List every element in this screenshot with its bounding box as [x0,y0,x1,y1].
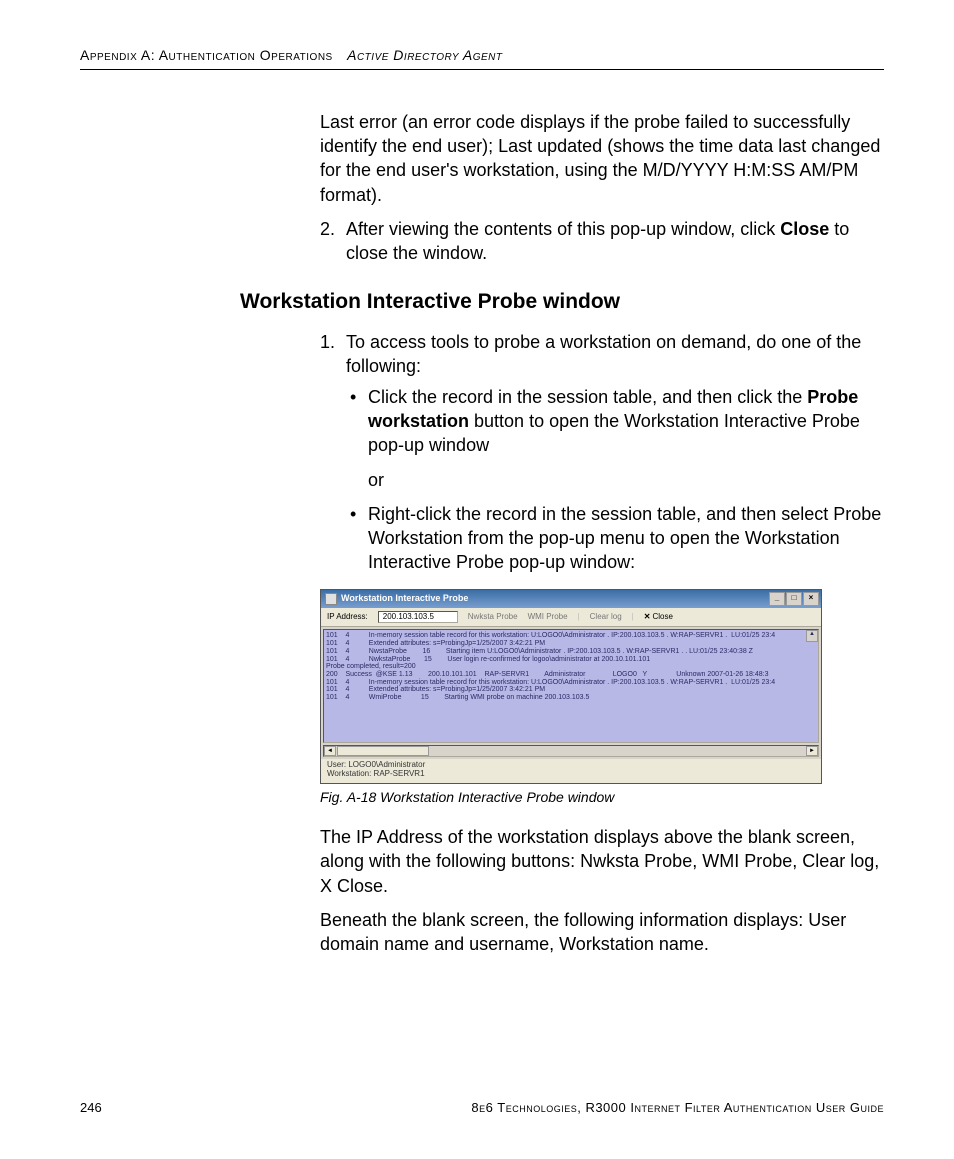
step-1: 1. To access tools to probe a workstatio… [320,330,884,575]
step-2-text-prefix: After viewing the contents of this pop-u… [346,219,780,239]
figure-caption: Fig. A-18 Workstation Interactive Probe … [320,788,884,807]
step-number: 2. [320,217,335,241]
close-window-button[interactable]: × [803,592,819,606]
footer-guide: 8e6 Technologies, R3000 Internet Filter … [471,1099,884,1117]
wmi-probe-button[interactable]: WMI Probe [528,613,568,622]
toolbar-separator: | [578,613,580,622]
minimize-button[interactable]: _ [769,592,785,606]
log-line: 101 4 NwkstaProbe 15 User login re-confi… [326,656,650,663]
close-icon: ✕ [644,612,651,621]
status-area: User: LOGO0\Administrator Workstation: R… [321,759,821,783]
horizontal-scrollbar[interactable]: ◄ ► [323,745,819,757]
ip-address-label: IP Address: [327,613,368,622]
step-number: 1. [320,330,335,354]
maximize-button[interactable]: □ [786,592,802,606]
nwksta-probe-button[interactable]: Nwksta Probe [468,613,518,622]
paragraph-ip-address: The IP Address of the workstation displa… [320,825,884,898]
page-footer: 246 8e6 Technologies, R3000 Internet Fil… [80,1099,884,1117]
step-1-text: To access tools to probe a workstation o… [346,332,861,376]
log-line: 101 4 Extended attributes: s=ProbingJp=1… [326,686,545,693]
close-button[interactable]: ✕Close [644,613,673,622]
app-icon [325,593,337,605]
log-line: 101 4 Extended attributes: s=ProbingJp=1… [326,640,545,647]
figure-a18: Workstation Interactive Probe _ □ × IP A… [320,589,884,807]
paragraph-last-error: Last error (an error code displays if th… [320,110,884,207]
log-line: 200 Success @KSE 1.13 200.10.101.101 RAP… [326,671,769,678]
probe-window: Workstation Interactive Probe _ □ × IP A… [320,589,822,784]
section-heading: Workstation Interactive Probe window [240,288,884,316]
scroll-right-button[interactable]: ► [806,746,818,756]
or-separator: or [368,468,884,492]
status-workstation: Workstation: RAP-SERVR1 [327,770,815,779]
close-label: Close [652,612,672,621]
header-right: Active Directory Agent [347,47,502,63]
clear-log-button[interactable]: Clear log [590,613,622,622]
probe-toolbar: IP Address: 200.103.103.5 Nwksta Probe W… [321,608,821,628]
log-line: 101 4 WmiProbe 15 Starting WMI probe on … [326,694,589,701]
scroll-up-button[interactable]: ▲ [806,630,818,642]
window-title: Workstation Interactive Probe [341,594,468,604]
header-left: Appendix A: Authentication Operations [80,47,333,63]
step-2: 2. After viewing the contents of this po… [320,217,884,266]
toolbar-separator: | [632,613,634,622]
scrollbar-thumb[interactable] [337,746,429,756]
page-number: 246 [80,1099,102,1117]
bullet1-prefix: Click the record in the session table, a… [368,387,807,407]
window-titlebar[interactable]: Workstation Interactive Probe _ □ × [321,590,821,608]
log-output[interactable]: ▲ 101 4 In-memory session table record fo… [323,629,819,743]
bullet-click-record: Click the record in the session table, a… [346,385,884,492]
bullet-right-click: Right-click the record in the session ta… [346,502,884,575]
log-line: 101 4 NwstaProbe 16 Starting item U:LOGO… [326,648,753,655]
log-line: Probe completed, result=200 [326,663,416,670]
page-header: Appendix A: Authentication Operations Ac… [80,46,884,70]
ip-address-input[interactable]: 200.103.103.5 [378,611,458,624]
log-line: 101 4 In-memory session table record for… [326,679,775,686]
log-line: 101 4 In-memory session table record for… [326,632,775,639]
close-label-bold: Close [780,219,829,239]
paragraph-beneath-screen: Beneath the blank screen, the following … [320,908,884,957]
scroll-left-button[interactable]: ◄ [324,746,336,756]
